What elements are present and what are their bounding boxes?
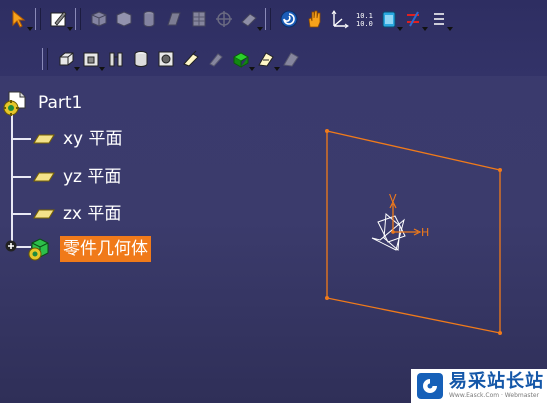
tree-node-label: xy 平面 xyxy=(63,129,123,149)
apply-material-button[interactable] xyxy=(378,8,403,31)
shaded-edges-icon xyxy=(167,12,181,26)
axis-v-label: V xyxy=(389,192,397,205)
multi-view-button[interactable] xyxy=(188,8,210,30)
tree-node-part[interactable]: Part1 xyxy=(2,88,85,118)
plane-corner-point xyxy=(325,129,329,133)
remove-section-button[interactable] xyxy=(280,48,302,70)
eraser-icon xyxy=(241,13,257,27)
axis-system-compass xyxy=(371,200,422,252)
rib-icon xyxy=(183,50,199,67)
isometric-view-icon xyxy=(91,11,107,27)
pocket-icon xyxy=(83,52,99,67)
toolbar-separator xyxy=(35,8,41,30)
shaft-icon xyxy=(109,52,123,67)
tree-node-xy-plane[interactable]: xy 平面 xyxy=(32,128,126,150)
stiffener-icon xyxy=(232,52,250,68)
pocket-button[interactable] xyxy=(80,48,105,71)
pad-button[interactable] xyxy=(55,48,80,71)
tree-connector xyxy=(11,176,31,178)
constraint-icon xyxy=(407,11,419,27)
crosshair-icon xyxy=(216,11,232,27)
pan-button[interactable] xyxy=(303,8,325,30)
svg-text:10.1: 10.1 xyxy=(356,12,373,20)
tree-node-label: zx 平面 xyxy=(63,204,122,224)
tree-node-part-body[interactable]: 零件几何体 xyxy=(26,235,151,263)
expand-plus-icon[interactable] xyxy=(5,240,17,252)
groove-button[interactable] xyxy=(130,48,152,70)
plane-corner-point xyxy=(498,168,502,172)
axis-system-icon xyxy=(331,10,349,29)
plane-corner-point xyxy=(325,296,329,300)
hole-icon xyxy=(158,51,174,67)
watermark-subtitle: Www.Easck.Com · Webmaster xyxy=(449,392,540,399)
plane-icon xyxy=(33,172,55,182)
hole-button[interactable] xyxy=(155,48,177,70)
cylinder-icon xyxy=(143,11,155,27)
stiffener-button[interactable] xyxy=(230,48,255,71)
specification-tree: Part1 xy 平面 yz 平面 zx 平面 零件几何体 xyxy=(0,80,260,280)
tree-node-yz-plane[interactable]: yz 平面 xyxy=(32,166,124,188)
multi-view-icon xyxy=(192,11,206,27)
constraint-button[interactable] xyxy=(403,8,428,31)
slot-button[interactable] xyxy=(205,48,227,70)
tree-node-label: yz 平面 xyxy=(63,167,122,187)
groove-icon xyxy=(134,51,148,67)
body-icon xyxy=(28,238,49,261)
toolbar-row-standard: 10.1 10.0 xyxy=(8,6,453,32)
crosshair-button[interactable] xyxy=(213,8,235,30)
shaded-edges-button[interactable] xyxy=(163,8,185,30)
cylinder-button[interactable] xyxy=(138,8,160,30)
part-icon xyxy=(3,91,26,116)
remove-section-icon xyxy=(283,52,299,67)
shaft-button[interactable] xyxy=(105,48,127,70)
pan-hand-icon xyxy=(308,10,321,28)
toolbar-separator xyxy=(265,8,271,30)
fit-all-icon xyxy=(280,10,298,28)
pad-icon xyxy=(59,52,74,66)
tree-connector xyxy=(11,138,31,140)
toolbar-area: 10.1 10.0 xyxy=(0,0,547,76)
watermark-title: 易采站长站 xyxy=(449,371,544,392)
toolbar-separator xyxy=(75,8,81,30)
sketch-plane-outline xyxy=(326,130,501,334)
plane-corner-point xyxy=(498,331,502,335)
select-button[interactable] xyxy=(8,8,33,31)
select-arrow-icon xyxy=(12,9,26,28)
axis-system-button[interactable] xyxy=(328,8,350,30)
tree-node-label: Part1 xyxy=(38,93,83,113)
fit-all-button[interactable] xyxy=(278,8,300,30)
more-tools-button[interactable] xyxy=(428,8,453,31)
eraser-button[interactable] xyxy=(238,8,263,31)
axis-h-label: H xyxy=(421,226,429,239)
plane-icon xyxy=(33,134,55,144)
isometric-view-button[interactable] xyxy=(88,8,110,30)
multi-section-icon xyxy=(258,52,274,67)
multi-section-button[interactable] xyxy=(255,48,280,71)
sketcher-button[interactable] xyxy=(48,8,73,31)
measure-button[interactable]: 10.1 10.0 xyxy=(353,8,375,30)
front-view-button[interactable] xyxy=(113,8,135,30)
tree-connector xyxy=(11,213,31,215)
front-view-icon xyxy=(116,11,132,27)
tree-connector xyxy=(11,110,13,246)
toolbar-separator xyxy=(42,48,48,70)
watermark-text: 易采站长站 Www.Easck.Com · Webmaster xyxy=(449,372,544,400)
more-tools-icon xyxy=(434,13,444,25)
toolbar-row-part-design xyxy=(40,46,302,72)
sketcher-icon xyxy=(50,11,67,27)
rib-button[interactable] xyxy=(180,48,202,70)
site-logo-icon xyxy=(417,373,443,399)
apply-material-icon xyxy=(382,11,396,28)
plane-icon xyxy=(33,209,55,219)
tree-node-zx-plane[interactable]: zx 平面 xyxy=(32,203,124,225)
site-watermark: 易采站长站 Www.Easck.Com · Webmaster xyxy=(411,369,547,403)
slot-icon xyxy=(209,53,223,67)
svg-text:10.0: 10.0 xyxy=(356,20,373,28)
measure-icon: 10.1 10.0 xyxy=(356,12,373,28)
tree-node-label: 零件几何体 xyxy=(60,236,151,262)
